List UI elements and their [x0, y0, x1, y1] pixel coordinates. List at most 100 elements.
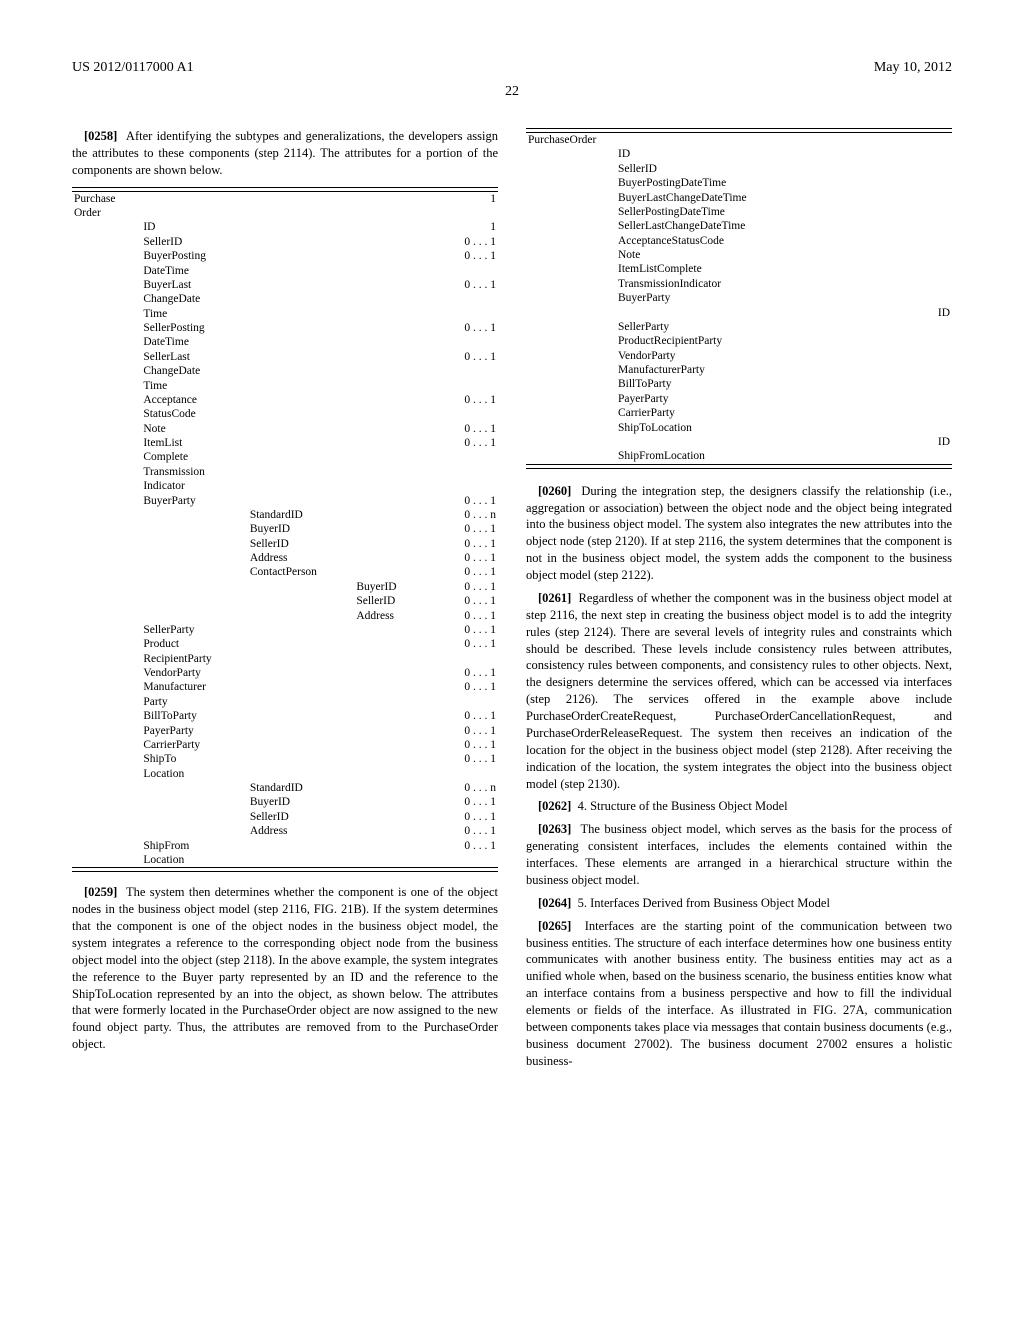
para-text: After identifying the subtypes and gener…: [72, 129, 498, 177]
table-row: RecipientParty: [72, 652, 498, 666]
table-row: ID1: [72, 220, 498, 234]
table-row: ChangeDate: [72, 364, 498, 378]
table-row: StatusCode: [72, 407, 498, 421]
table-row: SellerID0 . . . 1: [72, 235, 498, 249]
table-row: StandardID0 . . . n: [72, 781, 498, 795]
table-row: PayerParty: [526, 392, 952, 406]
paragraph-0258: [0258] After identifying the subtypes an…: [72, 128, 498, 179]
table-row: Location: [72, 767, 498, 781]
table-row: ID: [526, 306, 952, 320]
para-num: [0260]: [538, 484, 571, 498]
paragraph-0261: [0261] Regardless of whether the compone…: [526, 590, 952, 793]
paragraph-0265: [0265] Interfaces are the starting point…: [526, 918, 952, 1070]
table-row: PurchaseOrder: [526, 133, 952, 148]
table-row: Address0 . . . 1: [72, 551, 498, 565]
table-row: ID: [526, 435, 952, 449]
publication-date: May 10, 2012: [874, 60, 952, 76]
table-row: BuyerParty: [526, 291, 952, 305]
para-num: [0262]: [538, 799, 571, 813]
table-row: TransmissionIndicator: [526, 277, 952, 291]
table-row: ContactPerson0 . . . 1: [72, 565, 498, 579]
table-row: Transmission: [72, 465, 498, 479]
table-row: BuyerID0 . . . 1: [72, 795, 498, 809]
table-row: ShipFrom0 . . . 1: [72, 839, 498, 853]
table-row: Address0 . . . 1: [72, 824, 498, 838]
table-row: ManufacturerParty: [526, 363, 952, 377]
table-row: SellerID0 . . . 1: [72, 594, 498, 608]
table-row: Manufacturer0 . . . 1: [72, 680, 498, 694]
table-row: BuyerPostingDateTime: [526, 176, 952, 190]
para-num: [0265]: [538, 919, 571, 933]
table-row: BuyerLast0 . . . 1: [72, 278, 498, 292]
table-row: Complete: [72, 450, 498, 464]
para-num: [0263]: [538, 822, 571, 836]
table-row: AcceptanceStatusCode: [526, 234, 952, 248]
table-row: ChangeDate: [72, 292, 498, 306]
table-row: Location: [72, 853, 498, 868]
table-row: SellerID0 . . . 1: [72, 810, 498, 824]
para-text: The business object model, which serves …: [526, 822, 952, 887]
paragraph-0263: [0263] The business object model, which …: [526, 821, 952, 889]
paragraph-0260: [0260] During the integration step, the …: [526, 483, 952, 584]
table-row: ItemListComplete: [526, 262, 952, 276]
table-row: CarrierParty0 . . . 1: [72, 738, 498, 752]
table-row: SellerID0 . . . 1: [72, 537, 498, 551]
table-row: BuyerPosting0 . . . 1: [72, 249, 498, 263]
table-row: SellerPostingDateTime: [526, 205, 952, 219]
page-header: US 2012/0117000 A1 May 10, 2012: [72, 60, 952, 76]
table-row: VendorParty: [526, 349, 952, 363]
table-row: BuyerLastChangeDateTime: [526, 191, 952, 205]
table-row: SellerPosting0 . . . 1: [72, 321, 498, 335]
table-row: ShipToLocation: [526, 421, 952, 435]
table-row: SellerParty0 . . . 1: [72, 623, 498, 637]
table-row: DateTime: [72, 335, 498, 349]
table-row: SellerLast0 . . . 1: [72, 350, 498, 364]
table-row: SellerParty: [526, 320, 952, 334]
para-text: 5. Interfaces Derived from Business Obje…: [578, 896, 830, 910]
para-num: [0264]: [538, 896, 571, 910]
table-row: Product0 . . . 1: [72, 637, 498, 651]
table-row: Order: [72, 206, 498, 220]
table-row: BillToParty0 . . . 1: [72, 709, 498, 723]
table-row: Time: [72, 379, 498, 393]
para-text: 4. Structure of the Business Object Mode…: [578, 799, 788, 813]
paragraph-0259: [0259] The system then determines whethe…: [72, 884, 498, 1053]
para-num: [0258]: [84, 129, 117, 143]
table-row: PayerParty0 . . . 1: [72, 724, 498, 738]
para-text: During the integration step, the designe…: [526, 484, 952, 582]
page-number: 22: [72, 84, 952, 100]
table-row: BuyerID0 . . . 1: [72, 522, 498, 536]
para-text: Interfaces are the starting point of the…: [526, 919, 952, 1068]
paragraph-0262: [0262] 4. Structure of the Business Obje…: [526, 798, 952, 815]
table-row: ShipFromLocation: [526, 449, 952, 464]
table-row: Time: [72, 307, 498, 321]
para-num: [0261]: [538, 591, 571, 605]
table-row: CarrierParty: [526, 406, 952, 420]
table-row: DateTime: [72, 264, 498, 278]
table-row: SellerLastChangeDateTime: [526, 219, 952, 233]
table-row: Address0 . . . 1: [72, 609, 498, 623]
table-row: BuyerParty0 . . . 1: [72, 494, 498, 508]
content-columns: [0258] After identifying the subtypes an…: [72, 128, 952, 1248]
table-row: BillToParty: [526, 377, 952, 391]
attributes-table-2: PurchaseOrderIDSellerIDBuyerPostingDateT…: [526, 128, 952, 469]
paragraph-0264: [0264] 5. Interfaces Derived from Busine…: [526, 895, 952, 912]
table-row: Party: [72, 695, 498, 709]
table-row: Indicator: [72, 479, 498, 493]
publication-number: US 2012/0117000 A1: [72, 60, 194, 76]
page: US 2012/0117000 A1 May 10, 2012 22 [0258…: [0, 0, 1024, 1288]
table-row: SellerID: [526, 162, 952, 176]
table-row: ProductRecipientParty: [526, 334, 952, 348]
table-row: ShipTo0 . . . 1: [72, 752, 498, 766]
para-num: [0259]: [84, 885, 117, 899]
table-row: ItemList0 . . . 1: [72, 436, 498, 450]
table-row: Note: [526, 248, 952, 262]
attributes-table-1: Purchase1OrderID1SellerID0 . . . 1BuyerP…: [72, 187, 498, 873]
table-row: ID: [526, 147, 952, 161]
table-row: BuyerID0 . . . 1: [72, 580, 498, 594]
table-row: StandardID0 . . . n: [72, 508, 498, 522]
table-row: Acceptance0 . . . 1: [72, 393, 498, 407]
para-text: The system then determines whether the c…: [72, 885, 498, 1051]
para-text: Regardless of whether the component was …: [526, 591, 952, 791]
table-row: VendorParty0 . . . 1: [72, 666, 498, 680]
